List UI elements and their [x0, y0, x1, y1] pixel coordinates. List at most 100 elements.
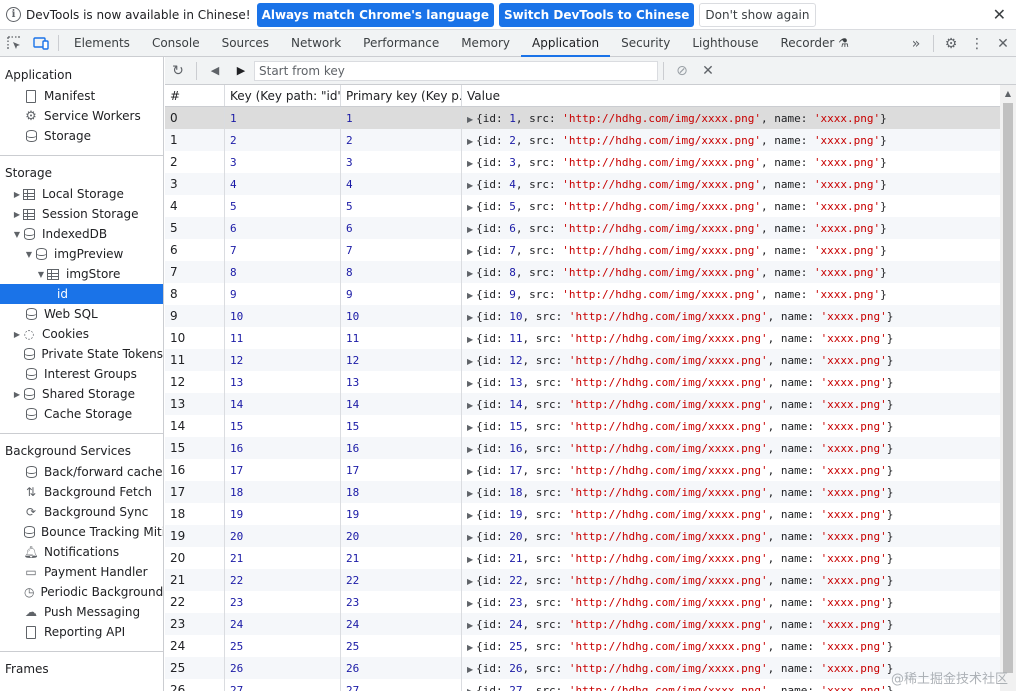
row-value[interactable]: ▶ {id: 16, src: 'http://hdhg.com/img/xxxx…	[462, 437, 1000, 459]
sidebar-item-bg-background-fetch[interactable]: ⇅ Background Fetch	[0, 482, 163, 502]
tab-performance[interactable]: Performance	[352, 30, 450, 56]
expand-triangle-icon[interactable]: ▶	[467, 533, 473, 542]
sidebar-item-service-workers[interactable]: ⚙ Service Workers	[0, 106, 163, 126]
expand-triangle-icon[interactable]: ▶	[467, 269, 473, 278]
column-header-primary-key[interactable]: Primary key (Key p...	[341, 85, 462, 106]
row-value[interactable]: ▶ {id: 25, src: 'http://hdhg.com/img/xxxx…	[462, 635, 1000, 657]
row-value[interactable]: ▶ {id: 3, src: 'http://hdhg.com/img/xxxx.…	[462, 151, 1000, 173]
table-row[interactable]: 12 13 13 ▶ {id: 13, src: 'http://hdhg.com/im…	[165, 371, 1000, 393]
more-options-icon[interactable]: ⋮	[964, 36, 990, 52]
sidebar-item-db-imgpreview[interactable]: ▼ imgPreview	[0, 244, 163, 264]
tab-security[interactable]: Security	[610, 30, 681, 56]
expand-triangle-icon[interactable]: ▶	[467, 115, 473, 124]
expand-triangle-icon[interactable]: ▶	[467, 511, 473, 520]
device-toolbar-icon[interactable]	[27, 30, 54, 56]
delete-selected-icon[interactable]: ✕	[695, 63, 721, 79]
row-value[interactable]: ▶ {id: 17, src: 'http://hdhg.com/img/xxxx…	[462, 459, 1000, 481]
row-value[interactable]: ▶ {id: 6, src: 'http://hdhg.com/img/xxxx.…	[462, 217, 1000, 239]
expand-triangle-icon[interactable]: ▶	[467, 489, 473, 498]
sidebar-item-session-storage[interactable]: ▶ Session Storage	[0, 204, 163, 224]
expand-triangle-icon[interactable]: ▶	[467, 137, 473, 146]
tab-lighthouse[interactable]: Lighthouse	[681, 30, 769, 56]
sidebar-item-interest-groups[interactable]: Interest Groups	[0, 364, 163, 384]
close-devtools-icon[interactable]: ✕	[990, 36, 1016, 52]
row-value[interactable]: ▶ {id: 23, src: 'http://hdhg.com/img/xxxx…	[462, 591, 1000, 613]
expand-arrow-icon[interactable]: ▶	[12, 330, 22, 339]
row-value[interactable]: ▶ {id: 7, src: 'http://hdhg.com/img/xxxx.…	[462, 239, 1000, 261]
expand-triangle-icon[interactable]: ▶	[467, 357, 473, 366]
expand-triangle-icon[interactable]: ▶	[467, 577, 473, 586]
tab-memory[interactable]: Memory	[450, 30, 521, 56]
table-row[interactable]: 14 15 15 ▶ {id: 15, src: 'http://hdhg.com/im…	[165, 415, 1000, 437]
table-row[interactable]: 0 1 1 ▶ {id: 1, src: 'http://hdhg.com/img/xx…	[165, 107, 1000, 129]
expand-triangle-icon[interactable]: ▶	[467, 181, 473, 190]
clear-object-store-icon[interactable]: ⊘	[669, 63, 695, 79]
table-row[interactable]: 6 7 7 ▶ {id: 7, src: 'http://hdhg.com/img/xx…	[165, 239, 1000, 261]
scroll-up-icon[interactable]: ▲	[1000, 85, 1016, 101]
table-row[interactable]: 7 8 8 ▶ {id: 8, src: 'http://hdhg.com/img/xx…	[165, 261, 1000, 283]
expand-triangle-icon[interactable]: ▶	[467, 643, 473, 652]
expand-triangle-icon[interactable]: ▶	[467, 599, 473, 608]
table-row[interactable]: 15 16 16 ▶ {id: 16, src: 'http://hdhg.com/im…	[165, 437, 1000, 459]
row-value[interactable]: ▶ {id: 8, src: 'http://hdhg.com/img/xxxx.…	[462, 261, 1000, 283]
inspect-element-icon[interactable]	[0, 30, 27, 56]
table-row[interactable]: 5 6 6 ▶ {id: 6, src: 'http://hdhg.com/img/xx…	[165, 217, 1000, 239]
expand-triangle-icon[interactable]: ▶	[467, 291, 473, 300]
sidebar-item-web-sql[interactable]: Web SQL	[0, 304, 163, 324]
tab-elements[interactable]: Elements	[63, 30, 141, 56]
tab-network[interactable]: Network	[280, 30, 352, 56]
row-value[interactable]: ▶ {id: 10, src: 'http://hdhg.com/img/xxxx…	[462, 305, 1000, 327]
table-row[interactable]: 4 5 5 ▶ {id: 5, src: 'http://hdhg.com/img/xx…	[165, 195, 1000, 217]
sidebar-item-manifest[interactable]: Manifest	[0, 86, 163, 106]
row-value[interactable]: ▶ {id: 22, src: 'http://hdhg.com/img/xxxx…	[462, 569, 1000, 591]
table-row[interactable]: 1 2 2 ▶ {id: 2, src: 'http://hdhg.com/img/xx…	[165, 129, 1000, 151]
row-value[interactable]: ▶ {id: 12, src: 'http://hdhg.com/img/xxxx…	[462, 349, 1000, 371]
switch-language-button[interactable]: Switch DevTools to Chinese	[498, 2, 695, 27]
row-value[interactable]: ▶ {id: 18, src: 'http://hdhg.com/img/xxxx…	[462, 481, 1000, 503]
sidebar-item-cookies[interactable]: ▶ ◌ Cookies	[0, 324, 163, 344]
expand-triangle-icon[interactable]: ▶	[467, 247, 473, 256]
sidebar-item-bg-payment-handler[interactable]: ▭ Payment Handler	[0, 562, 163, 582]
expand-triangle-icon[interactable]: ▶	[467, 665, 473, 674]
column-header-index[interactable]: #	[165, 85, 225, 106]
table-row[interactable]: 23 24 24 ▶ {id: 24, src: 'http://hdhg.com/im…	[165, 613, 1000, 635]
table-row[interactable]: 25 26 26 ▶ {id: 26, src: 'http://hdhg.com/im…	[165, 657, 1000, 679]
table-row[interactable]: 17 18 18 ▶ {id: 18, src: 'http://hdhg.com/im…	[165, 481, 1000, 503]
more-tabs-icon[interactable]: »	[903, 36, 929, 52]
sidebar-item-index-id[interactable]: id	[0, 284, 163, 304]
table-row[interactable]: 2 3 3 ▶ {id: 3, src: 'http://hdhg.com/img/xx…	[165, 151, 1000, 173]
vertical-scrollbar[interactable]: ▲	[1000, 85, 1016, 691]
next-page-icon[interactable]: ▶	[228, 64, 254, 77]
expand-triangle-icon[interactable]: ▶	[467, 313, 473, 322]
expand-triangle-icon[interactable]: ▶	[467, 423, 473, 432]
row-value[interactable]: ▶ {id: 4, src: 'http://hdhg.com/img/xxxx.…	[462, 173, 1000, 195]
collapse-arrow-icon[interactable]: ▼	[12, 230, 22, 239]
settings-gear-icon[interactable]: ⚙	[938, 36, 964, 52]
expand-triangle-icon[interactable]: ▶	[467, 335, 473, 344]
tab-recorder[interactable]: Recorder	[770, 30, 839, 56]
sidebar-item-bg-periodic-background-s[interactable]: ◷ Periodic Background S	[0, 582, 163, 602]
match-language-button[interactable]: Always match Chrome's language	[256, 2, 494, 27]
expand-triangle-icon[interactable]: ▶	[467, 445, 473, 454]
table-row[interactable]: 11 12 12 ▶ {id: 12, src: 'http://hdhg.com/im…	[165, 349, 1000, 371]
expand-arrow-icon[interactable]: ▶	[12, 190, 22, 199]
expand-triangle-icon[interactable]: ▶	[467, 159, 473, 168]
expand-triangle-icon[interactable]: ▶	[467, 467, 473, 476]
sidebar-item-bg-reporting-api[interactable]: Reporting API	[0, 622, 163, 642]
sidebar-item-indexeddb[interactable]: ▼ IndexedDB	[0, 224, 163, 244]
table-row[interactable]: 26 27 27 ▶ {id: 27, src: 'http://hdhg.com/im…	[165, 679, 1000, 691]
collapse-arrow-icon[interactable]: ▼	[24, 250, 34, 259]
table-row[interactable]: 24 25 25 ▶ {id: 25, src: 'http://hdhg.com/im…	[165, 635, 1000, 657]
row-value[interactable]: ▶ {id: 9, src: 'http://hdhg.com/img/xxxx.…	[462, 283, 1000, 305]
row-value[interactable]: ▶ {id: 20, src: 'http://hdhg.com/img/xxxx…	[462, 525, 1000, 547]
start-from-key-input[interactable]	[254, 60, 658, 81]
expand-triangle-icon[interactable]: ▶	[467, 203, 473, 212]
tab-console[interactable]: Console	[141, 30, 211, 56]
row-value[interactable]: ▶ {id: 14, src: 'http://hdhg.com/img/xxxx…	[462, 393, 1000, 415]
expand-triangle-icon[interactable]: ▶	[467, 555, 473, 564]
expand-triangle-icon[interactable]: ▶	[467, 225, 473, 234]
column-header-value[interactable]: Value	[462, 85, 1000, 106]
table-row[interactable]: 21 22 22 ▶ {id: 22, src: 'http://hdhg.com/im…	[165, 569, 1000, 591]
row-value[interactable]: ▶ {id: 13, src: 'http://hdhg.com/img/xxxx…	[462, 371, 1000, 393]
table-row[interactable]: 9 10 10 ▶ {id: 10, src: 'http://hdhg.com/img…	[165, 305, 1000, 327]
